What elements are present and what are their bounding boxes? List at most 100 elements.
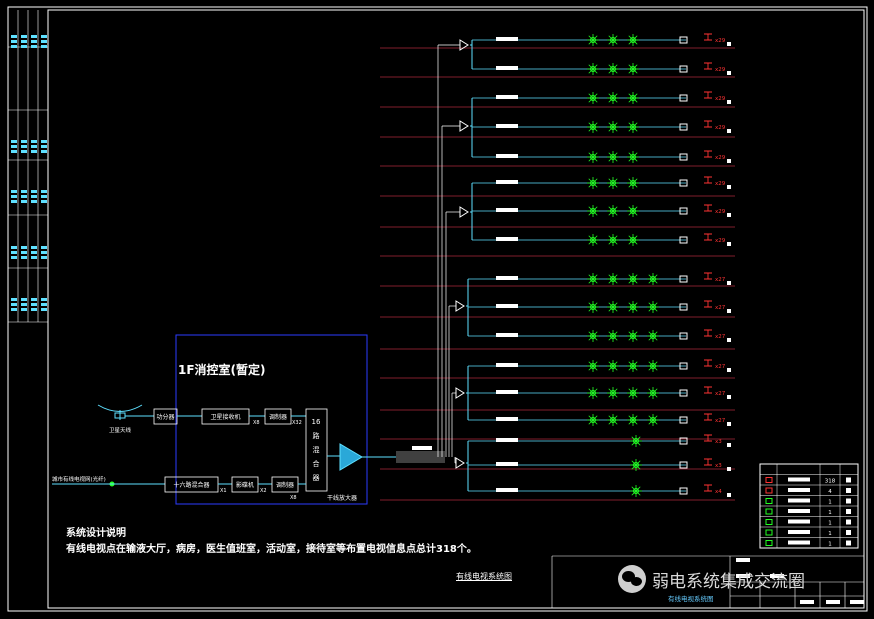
tap-off-star xyxy=(630,485,642,497)
title-block-subtitle: 有线电视系统图 xyxy=(668,595,714,603)
strip-mark xyxy=(41,190,47,193)
legend-desc xyxy=(788,519,810,524)
legend-symbol xyxy=(765,529,773,536)
outlet-marker xyxy=(727,71,731,75)
tap-off-star xyxy=(627,177,639,189)
floor-riser-lines xyxy=(380,47,735,501)
outlet-marker xyxy=(727,213,731,217)
strip-mark xyxy=(41,200,47,203)
outlet-count: x27 xyxy=(715,391,726,397)
cable-tv-system-diagram: 卫星天线 功分器 卫星接收机 X8 调制器 X32 16 路混合器 城市有线电视网(光纤) 十六路… xyxy=(7,6,868,612)
tv-outlet-icon xyxy=(704,413,712,421)
tap-off-star xyxy=(647,273,659,285)
outlet-marker xyxy=(727,467,731,471)
headend-equipment: 卫星天线 功分器 卫星接收机 X8 调制器 X32 16 路混合器 城市有线电视网(光纤) 十六路… xyxy=(52,404,396,502)
outlet-marker xyxy=(727,443,731,447)
wechat-icon xyxy=(618,565,646,593)
legend-desc xyxy=(788,477,810,482)
splitter-label: 功分器 xyxy=(156,413,174,421)
legend-qty: 1 xyxy=(828,531,832,537)
strip-mark xyxy=(21,40,27,43)
splitter-symbol xyxy=(455,457,465,469)
demodulator-label: 调制器 xyxy=(276,481,294,489)
headend-mixer-char: 混 xyxy=(313,445,320,454)
strip-mark xyxy=(21,45,27,48)
dvd-mult: X2 xyxy=(260,488,267,494)
demod-mult: X8 xyxy=(290,495,297,501)
branch-tag xyxy=(496,363,518,367)
cable-bundle-label xyxy=(412,446,432,450)
tap-off-star xyxy=(587,273,599,285)
tv-outlet-icon xyxy=(704,434,712,442)
mixer-mult: X1 xyxy=(220,488,227,494)
splitter-symbol xyxy=(455,387,465,399)
branch-tag xyxy=(496,208,518,212)
branch-tag xyxy=(496,390,518,394)
legend-symbol xyxy=(765,540,773,546)
strip-mark xyxy=(41,251,47,254)
legend-qty: 1 xyxy=(828,510,832,516)
strip-mark xyxy=(21,190,27,193)
branch-tag xyxy=(496,333,518,337)
tv-outlet-icon xyxy=(704,329,712,337)
headend-mixer-char: 器 xyxy=(313,474,320,482)
branch-tag xyxy=(496,304,518,308)
tv-outlet-icon xyxy=(704,176,712,184)
tv-outlet-icon xyxy=(704,233,712,241)
legend-symbol xyxy=(765,508,773,515)
city-cable-label: 城市有线电视网(光纤) xyxy=(52,475,106,483)
branch-tag xyxy=(496,124,518,128)
strip-mark xyxy=(31,140,37,143)
tap-off-star xyxy=(587,301,599,313)
outlet-marker xyxy=(727,159,731,163)
control-room-title: 1F消控室(暂定) xyxy=(178,363,266,377)
tap-off-star xyxy=(647,330,659,342)
tap-off-star xyxy=(607,92,619,104)
receiver-mult: X8 xyxy=(253,420,260,426)
tap-off-star xyxy=(607,273,619,285)
tap-off-star xyxy=(627,92,639,104)
legend-unit xyxy=(846,519,851,525)
branch-tag xyxy=(496,488,518,492)
tap-off-star xyxy=(587,151,599,163)
strip-mark xyxy=(31,303,37,306)
dvd-player-label: 影碟机 xyxy=(236,481,254,489)
strip-mark xyxy=(31,298,37,301)
outlet-marker xyxy=(727,281,731,285)
outlet-marker xyxy=(727,129,731,133)
tb-text-bar xyxy=(826,600,840,604)
branch-tag xyxy=(496,276,518,280)
strip-mark xyxy=(11,298,17,301)
legend-desc xyxy=(788,540,810,545)
strip-mark xyxy=(11,246,17,249)
legend-qty: 1 xyxy=(828,500,832,506)
tap-off-star xyxy=(647,387,659,399)
outlet-marker xyxy=(727,185,731,189)
tap-off-star xyxy=(607,360,619,372)
legend-unit xyxy=(846,509,851,514)
tv-outlet-icon xyxy=(704,62,712,70)
strip-mark xyxy=(31,40,37,43)
strip-mark xyxy=(11,150,17,153)
tap-off-star xyxy=(647,301,659,313)
floor-branch-groups: x29 x29 x29 x29 x29 x29 x29 x29 x27 x27 x27 x27 x27 x… xyxy=(437,33,731,497)
tap-off-star xyxy=(587,414,599,426)
outlet-count: x29 xyxy=(715,181,726,187)
strip-mark xyxy=(11,195,17,198)
outer-frame xyxy=(7,6,868,612)
design-notes-body: 有线电视点在输液大厅，病房，医生值班室，活动室，接待室等布置电视信息点总计318… xyxy=(66,544,477,555)
tap-off-star xyxy=(627,414,639,426)
outlet-count: x29 xyxy=(715,67,726,73)
strip-mark xyxy=(41,150,47,153)
strip-mark xyxy=(31,190,37,193)
legend-unit xyxy=(846,530,851,535)
strip-mark xyxy=(31,246,37,249)
tap-off-star xyxy=(627,301,639,313)
tap-off-star xyxy=(587,387,599,399)
outlet-count: x29 xyxy=(715,125,726,131)
strip-mark xyxy=(21,200,27,203)
tap-off-star xyxy=(607,121,619,133)
watermark: 弱电系统集成交流圈 xyxy=(618,565,805,593)
strip-mark xyxy=(41,40,47,43)
outlet-count: x4 xyxy=(715,489,722,495)
